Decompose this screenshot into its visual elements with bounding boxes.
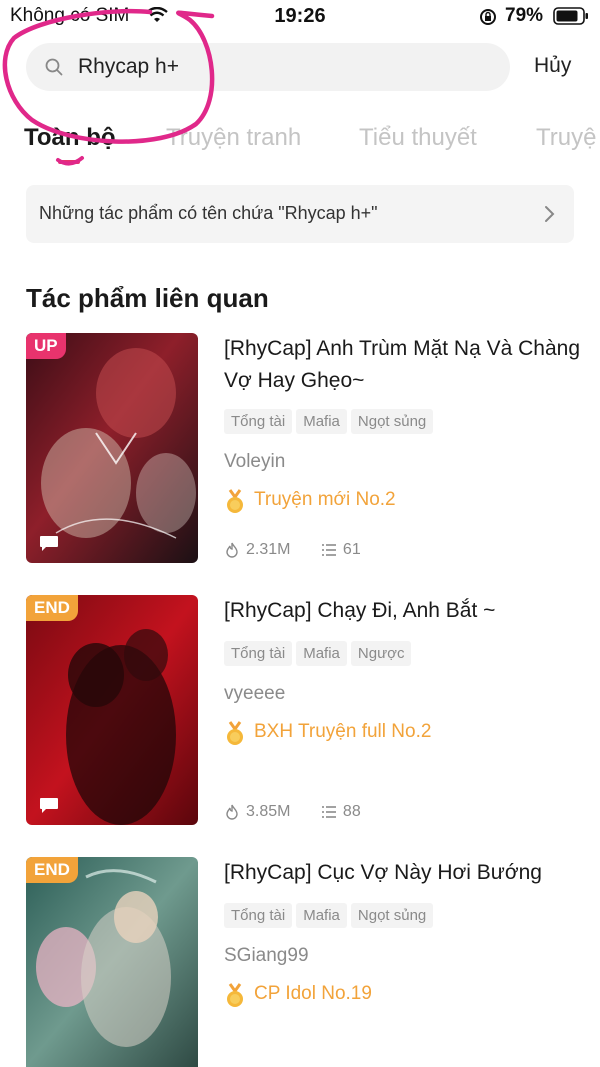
- completed-badge: END: [26, 857, 78, 883]
- search-query: Rhycap h+: [78, 55, 179, 78]
- gold-medal-icon: [227, 721, 243, 745]
- story-card[interactable]: END [RhyCap] Chạy Đi, Anh Bắt ~ Tổng tài…: [26, 595, 586, 827]
- exact-match-label: Những tác phẩm có tên chứa "Rhycap h+": [39, 203, 378, 223]
- story-card[interactable]: UP [RhyCap] Anh Trùm Mặt Nạ Và Chàng Vợ …: [26, 333, 586, 565]
- cover-image: [26, 333, 198, 563]
- tag-list: Tổng tài Mafia Ngọt sủng: [224, 409, 586, 437]
- rank-label: Truyện mới No.2: [224, 489, 586, 515]
- tag[interactable]: Tổng tài: [224, 641, 293, 666]
- cover-image: [26, 857, 198, 1067]
- cover-image: [26, 595, 198, 825]
- fire-icon: [226, 542, 238, 558]
- tag-list: Tổng tài Mafia Ngọt sủng: [224, 903, 586, 931]
- completed-badge: END: [26, 595, 78, 621]
- author-name[interactable]: SGiang99: [224, 945, 586, 967]
- tag[interactable]: Mafia: [296, 409, 347, 434]
- tag[interactable]: Mafia: [296, 903, 347, 928]
- battery-percent: 79%: [505, 5, 544, 26]
- status-bar: Không có SIM 19:26 79%: [0, 0, 600, 34]
- author-name[interactable]: vyeeee: [224, 683, 586, 705]
- story-card[interactable]: END [RhyCap] Cục Vợ Này Hơi Bướng Tổng t…: [26, 857, 586, 1067]
- chat-bubble-icon: [40, 798, 58, 813]
- exact-title-match-row[interactable]: Những tác phẩm có tên chứa "Rhycap h+": [26, 185, 574, 243]
- story-title[interactable]: [RhyCap] Chạy Đi, Anh Bắt ~: [224, 595, 586, 627]
- story-title[interactable]: [RhyCap] Anh Trùm Mặt Nạ Và Chàng Vợ Hay…: [224, 333, 586, 397]
- category-tabs: Toàn bộ Truyện tranh Tiểu thuyết Truyệ: [0, 120, 600, 170]
- story-title[interactable]: [RhyCap] Cục Vợ Này Hơi Bướng: [224, 857, 586, 889]
- chapter-count: 61: [342, 541, 361, 558]
- story-info: [RhyCap] Anh Trùm Mặt Nạ Và Chàng Vợ Hay…: [224, 333, 586, 515]
- rank-text: Truyện mới No.2: [254, 489, 396, 510]
- view-count: 3.85M: [246, 803, 291, 820]
- cancel-button[interactable]: Hủy: [534, 54, 571, 78]
- story-cover[interactable]: END: [26, 857, 198, 1067]
- section-title: Tác phẩm liên quan: [26, 283, 269, 313]
- tag[interactable]: Mafia: [296, 641, 347, 666]
- tag[interactable]: Ngọt sủng: [350, 903, 434, 928]
- gold-medal-icon: [227, 489, 243, 513]
- rank-text: CP Idol No.19: [254, 983, 372, 1004]
- gold-medal-icon: [227, 983, 243, 1007]
- story-info: [RhyCap] Cục Vợ Này Hơi Bướng Tổng tài Ma…: [224, 857, 586, 1009]
- tab-novels[interactable]: Tiểu thuyết: [359, 124, 477, 152]
- story-info: [RhyCap] Chạy Đi, Anh Bắt ~ Tổng tài Mafi…: [224, 595, 586, 747]
- rotation-lock-icon: [480, 9, 496, 25]
- tab-all[interactable]: Toàn bộ: [24, 124, 116, 152]
- update-badge: UP: [26, 333, 66, 359]
- rank-label: BXH Truyện full No.2: [224, 721, 586, 747]
- rank-label: CP Idol No.19: [224, 983, 586, 1009]
- tag-list: Tổng tài Mafia Ngược: [224, 641, 586, 669]
- story-cover[interactable]: UP: [26, 333, 198, 563]
- active-tab-indicator: [58, 160, 80, 164]
- chapter-list-icon: [321, 543, 336, 556]
- tag[interactable]: Ngọt sủng: [350, 409, 434, 434]
- rank-text: BXH Truyện full No.2: [254, 721, 432, 742]
- search-input[interactable]: Rhycap h+: [26, 43, 510, 91]
- story-stats: 3.85M 88: [224, 803, 387, 821]
- story-cover[interactable]: END: [26, 595, 198, 825]
- author-name[interactable]: Voleyin: [224, 451, 586, 473]
- chapter-count: 88: [342, 803, 361, 820]
- chat-bubble-icon: [40, 536, 58, 551]
- tag[interactable]: Tổng tài: [224, 409, 293, 434]
- chevron-right-icon: [545, 206, 555, 222]
- view-count: 2.31M: [246, 541, 291, 558]
- story-stats: 2.31M 61: [224, 541, 387, 559]
- tag[interactable]: Ngược: [350, 641, 412, 666]
- tab-stories[interactable]: Truyệ: [536, 124, 596, 152]
- chapter-list-icon: [321, 805, 336, 818]
- fire-icon: [226, 804, 238, 820]
- tag[interactable]: Tổng tài: [224, 903, 293, 928]
- battery-icon: [553, 7, 588, 25]
- search-icon: [45, 58, 63, 76]
- tab-comics[interactable]: Truyện tranh: [166, 124, 301, 152]
